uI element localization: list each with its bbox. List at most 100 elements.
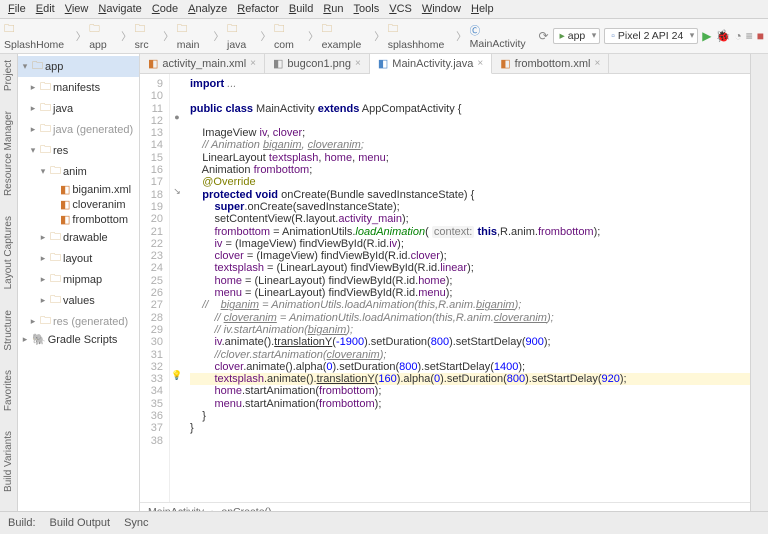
collapsed-arrow-icon[interactable]: ▸: [38, 253, 48, 264]
breadcrumb-item[interactable]: 🗀 example: [322, 21, 372, 51]
editor-tab[interactable]: ◧MainActivity.java×: [370, 54, 492, 74]
tree-node[interactable]: ▾🗀 app: [18, 56, 139, 77]
code-line[interactable]: protected void onCreate(Bundle savedInst…: [190, 189, 750, 201]
code-line[interactable]: }: [190, 422, 750, 434]
stop-icon[interactable]: ■: [757, 29, 764, 43]
code-line[interactable]: Animation frombottom;: [190, 164, 750, 176]
tree-node[interactable]: ▸🗀 layout: [18, 248, 139, 269]
close-icon[interactable]: ×: [477, 58, 483, 69]
collapsed-arrow-icon[interactable]: ▸: [20, 334, 30, 345]
breadcrumb-item[interactable]: 🗀 com: [274, 21, 305, 51]
tree-node[interactable]: ▸🗀 res (generated): [18, 311, 139, 332]
code-line[interactable]: setContentView(R.layout.activity_main);: [190, 213, 750, 225]
code-editor[interactable]: 9101112131415161718192021222324252627282…: [140, 74, 750, 502]
menu-tools[interactable]: Tools: [354, 3, 380, 15]
code-line[interactable]: //clover.startAnimation(cloveranim);: [190, 349, 750, 361]
breadcrumb-item[interactable]: 🗀 SplashHome: [4, 21, 73, 51]
gutter-mark-icon[interactable]: ↘: [170, 185, 184, 197]
code-line[interactable]: home.startAnimation(frombottom);: [190, 385, 750, 397]
intention-bulb-icon[interactable]: 💡: [170, 369, 184, 381]
code-line[interactable]: iv.animate().translationY(-1900).setDura…: [190, 336, 750, 348]
code-line[interactable]: super.onCreate(savedInstanceState);: [190, 201, 750, 213]
sync-icon[interactable]: ⟳: [538, 29, 548, 43]
menu-refactor[interactable]: Refactor: [237, 3, 279, 15]
menu-window[interactable]: Window: [422, 3, 461, 15]
tree-node[interactable]: ▾🗀 anim: [18, 161, 139, 182]
menu-vcs[interactable]: VCS: [389, 3, 412, 15]
code-line[interactable]: }: [190, 410, 750, 422]
tool-structure[interactable]: Structure: [3, 310, 14, 351]
tree-node[interactable]: ◧ frombottom: [18, 212, 139, 227]
code-line[interactable]: [190, 435, 750, 447]
menu-view[interactable]: View: [65, 3, 89, 15]
breadcrumb-item[interactable]: 🗀 main: [177, 21, 211, 51]
breadcrumb-item[interactable]: Ⓒ MainActivity: [470, 23, 535, 50]
expanded-arrow-icon[interactable]: ▾: [20, 61, 30, 72]
tree-node[interactable]: ◧ biganim.xml: [18, 182, 139, 197]
tool-project[interactable]: Project: [3, 60, 14, 91]
code-line[interactable]: [190, 90, 750, 102]
sync-tab[interactable]: Sync: [124, 517, 148, 529]
menu-build[interactable]: Build: [289, 3, 313, 15]
code-line[interactable]: iv = (ImageView) findViewById(R.id.iv);: [190, 238, 750, 250]
editor-tab[interactable]: ◧frombottom.xml×: [492, 54, 609, 73]
code-line[interactable]: LinearLayout textsplash, home, menu;: [190, 152, 750, 164]
breadcrumb-item[interactable]: 🗀 java: [227, 21, 258, 51]
tool-build-variants[interactable]: Build Variants: [3, 431, 14, 492]
tree-node[interactable]: ▸🗀 drawable: [18, 227, 139, 248]
code-line[interactable]: home = (LinearLayout) findViewById(R.id.…: [190, 275, 750, 287]
code-line[interactable]: clover.animate().alpha(0).setDuration(80…: [190, 361, 750, 373]
collapsed-arrow-icon[interactable]: ▸: [28, 316, 38, 327]
menu-file[interactable]: File: [8, 3, 26, 15]
code-line[interactable]: public class MainActivity extends AppCom…: [190, 103, 750, 115]
tool-layout-captures[interactable]: Layout Captures: [3, 216, 14, 289]
collapsed-arrow-icon[interactable]: ▸: [38, 232, 48, 243]
code-content[interactable]: import ... public class MainActivity ext…: [184, 74, 750, 502]
menu-run[interactable]: Run: [323, 3, 343, 15]
run-button[interactable]: ▶: [702, 29, 711, 43]
editor-tab[interactable]: ◧activity_main.xml×: [140, 54, 265, 73]
tree-node[interactable]: ◧ cloveranim: [18, 197, 139, 212]
code-line[interactable]: textsplash = (LinearLayout) findViewById…: [190, 262, 750, 274]
menu-help[interactable]: Help: [471, 3, 494, 15]
code-line[interactable]: [190, 115, 750, 127]
run-config-dropdown[interactable]: ▸ app: [553, 28, 601, 44]
tree-node[interactable]: ▾🗀 res: [18, 140, 139, 161]
expanded-arrow-icon[interactable]: ▾: [38, 166, 48, 177]
tree-node[interactable]: ▸🐘 Gradle Scripts: [18, 332, 139, 347]
build-label[interactable]: Build:: [8, 517, 36, 529]
menu-edit[interactable]: Edit: [36, 3, 55, 15]
tool-resource-manager[interactable]: Resource Manager: [3, 111, 14, 196]
tool-favorites[interactable]: Favorites: [3, 370, 14, 411]
debug-icon[interactable]: 🐞: [716, 29, 731, 43]
attach-icon[interactable]: ≡: [746, 29, 753, 43]
build-output-tab[interactable]: Build Output: [50, 517, 111, 529]
gutter-mark-icon[interactable]: ●: [170, 111, 184, 123]
collapsed-arrow-icon[interactable]: ▸: [38, 295, 48, 306]
close-icon[interactable]: ×: [250, 58, 256, 69]
code-line[interactable]: // cloveranim = AnimationUtils.loadAnima…: [190, 312, 750, 324]
collapsed-arrow-icon[interactable]: ▸: [28, 82, 38, 93]
tree-node[interactable]: ▸🗀 java: [18, 98, 139, 119]
tree-node[interactable]: ▸🗀 manifests: [18, 77, 139, 98]
breadcrumb-item[interactable]: 🗀 splashhome: [388, 21, 453, 51]
tree-node[interactable]: ▸🗀 values: [18, 290, 139, 311]
code-line[interactable]: textsplash.animate().translationY(160).a…: [190, 373, 750, 385]
tree-node[interactable]: ▸🗀 mipmap: [18, 269, 139, 290]
device-dropdown[interactable]: ▫ Pixel 2 API 24: [604, 28, 698, 44]
breadcrumb-item[interactable]: 🗀 app: [89, 21, 118, 51]
expanded-arrow-icon[interactable]: ▾: [28, 145, 38, 156]
collapsed-arrow-icon[interactable]: ▸: [28, 103, 38, 114]
collapsed-arrow-icon[interactable]: ▸: [28, 124, 38, 135]
code-line[interactable]: frombottom = AnimationUtils.loadAnimatio…: [190, 226, 750, 238]
editor-tab[interactable]: ◧bugcon1.png×: [265, 54, 370, 73]
menu-code[interactable]: Code: [152, 3, 178, 15]
breadcrumb-item[interactable]: 🗀 src: [135, 21, 161, 51]
project-tree[interactable]: ▾🗀 app▸🗀 manifests▸🗀 java▸🗀 java (genera…: [18, 54, 140, 521]
code-line[interactable]: // Animation biganim, cloveranim;: [190, 139, 750, 151]
collapsed-arrow-icon[interactable]: ▸: [38, 274, 48, 285]
close-icon[interactable]: ×: [355, 58, 361, 69]
code-line[interactable]: menu.startAnimation(frombottom);: [190, 398, 750, 410]
profile-icon[interactable]: ◔: [734, 29, 741, 43]
code-line[interactable]: import ...: [190, 78, 750, 90]
